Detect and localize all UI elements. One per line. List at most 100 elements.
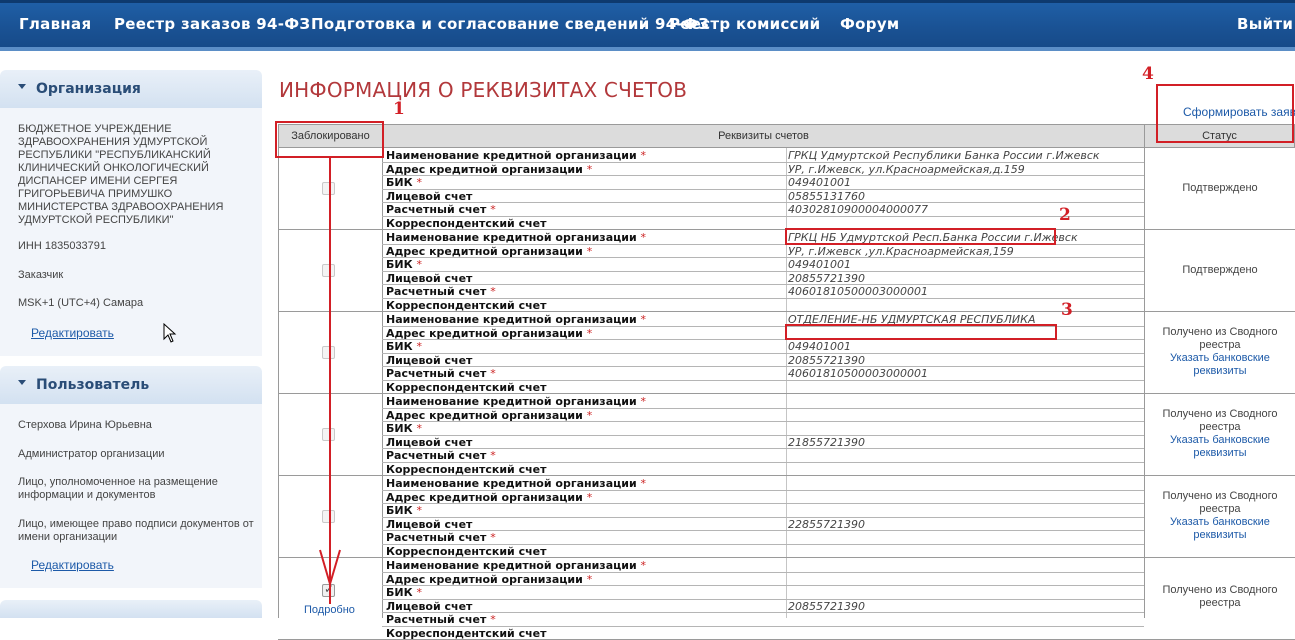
row-divider (382, 503, 1144, 505)
field-label: БИК * (386, 340, 422, 353)
user-name: Стерхова Ирина Юрьевна (18, 419, 152, 431)
field-label-text: Лицевой счет (386, 271, 473, 285)
annotation-box-4 (1156, 84, 1294, 143)
user-role: Администратор организации (18, 448, 165, 460)
chevron-down-icon[interactable]: ⌄ (640, 17, 649, 30)
col-header-details: Реквизиты счетов (382, 124, 1145, 148)
field-label-text: Наименование кредитной организации (386, 477, 637, 490)
field-label: Лицевой счет (386, 190, 472, 203)
field-label: Расчетный счет * (386, 531, 496, 544)
detail-link[interactable]: Подробно (304, 604, 355, 616)
user-role: Лицо, имеющее право подписи документов о… (18, 518, 254, 543)
required-mark: * (490, 367, 496, 381)
required-mark: * (490, 531, 496, 545)
required-mark: * (640, 313, 647, 326)
field-label-text: Лицевой счет (386, 435, 473, 449)
specify-bank-details-link[interactable]: Указать банковские реквизиты (1146, 352, 1294, 378)
field-label: БИК * (386, 504, 422, 517)
org-inn: ИНН 1835033791 (18, 240, 107, 252)
field-value: 20855721390 (788, 353, 865, 367)
field-value: 05855131760 (788, 189, 865, 203)
nav-preparation[interactable]: Подготовка и согласование сведений 94-ФЗ (311, 15, 709, 33)
required-mark: * (586, 162, 593, 176)
nav-commissions[interactable]: Реестр комиссий (669, 15, 820, 33)
org-panel-title: Организация (36, 81, 141, 97)
user-panel-header[interactable]: Пользователь (0, 366, 262, 404)
required-mark: * (586, 490, 593, 504)
field-label-text: Лицевой счет (386, 353, 473, 367)
field-label-text: Расчетный счет (386, 203, 487, 217)
required-mark: * (416, 258, 422, 272)
field-label: БИК * (386, 258, 422, 271)
nav-highlight (0, 47, 1295, 51)
field-label-text: Корреспондентский счет (386, 463, 547, 476)
status-text: Получено из Сводного реестра (1162, 584, 1278, 609)
field-label: Корреспондентский счет (386, 299, 547, 312)
annotation-number: 1 (393, 99, 405, 119)
user-edit-link[interactable]: Редактировать (31, 558, 114, 572)
next-panel-header[interactable] (0, 600, 262, 618)
field-label: Наименование кредитной организации * (386, 395, 646, 408)
row-divider (382, 598, 1144, 600)
row-divider (382, 612, 1144, 614)
field-label-text: Адрес кредитной организации (386, 326, 583, 340)
field-label-text: Лицевой счет (386, 517, 473, 531)
field-label-text: Адрес кредитной организации (386, 572, 583, 586)
field-label-text: Корреспондентский счет (386, 545, 547, 558)
row-divider (382, 257, 1144, 259)
mouse-cursor-icon (163, 323, 177, 343)
required-mark: * (416, 504, 422, 518)
field-label-text: Адрес кредитной организации (386, 162, 583, 176)
field-label: Адрес кредитной организации * (386, 409, 592, 422)
row-divider (382, 516, 1144, 518)
field-label-text: БИК (386, 176, 413, 190)
required-mark: * (490, 449, 496, 463)
collapse-triangle-icon (18, 380, 26, 385)
specify-bank-details-link[interactable]: Указать банковские реквизиты (1146, 516, 1294, 542)
specify-bank-details-link[interactable]: Указать банковские реквизиты (1146, 434, 1294, 460)
field-label: Расчетный счет * (386, 285, 496, 298)
field-label-text: Лицевой счет (386, 599, 473, 613)
annotation-number: 2 (1059, 205, 1071, 225)
row-divider (382, 202, 1144, 204)
field-label-text: БИК (386, 504, 413, 518)
field-value: 40601810500003000001 (788, 285, 928, 299)
field-label: Наименование кредитной организации * (386, 231, 646, 244)
field-label-text: Наименование кредитной организации (386, 395, 637, 408)
field-label: БИК * (386, 422, 422, 435)
field-label: Адрес кредитной организации * (386, 327, 592, 340)
status-cell: Подтверждено (1146, 182, 1294, 195)
field-value: 22855721390 (788, 517, 865, 531)
field-value: 049401001 (788, 176, 851, 190)
field-label-text: Корреспондентский счет (386, 217, 547, 230)
field-label-text: Расчетный счет (386, 449, 487, 463)
status-text: Получено из Сводного реестра (1162, 490, 1278, 515)
org-panel-header[interactable]: Организация (0, 70, 262, 108)
field-label: Расчетный счет * (386, 367, 496, 380)
nav-home[interactable]: Главная (19, 15, 91, 33)
required-mark: * (586, 244, 593, 258)
field-label: Адрес кредитной организации * (386, 491, 592, 504)
org-edit-link[interactable]: Редактировать (31, 326, 114, 340)
status-cell: Получено из Сводного реестра Указать банк… (1146, 326, 1294, 378)
field-label-text: Корреспондентский счет (386, 299, 547, 312)
nav-forum[interactable]: Форум (840, 15, 899, 33)
row-divider (382, 585, 1144, 587)
field-label-text: Наименование кредитной организации (386, 559, 637, 572)
field-label: Лицевой счет (386, 518, 472, 531)
logout-link[interactable]: Выйти (1237, 15, 1293, 33)
row-divider (382, 175, 1144, 177)
field-label: Корреспондентский счет (386, 381, 547, 394)
field-label: Корреспондентский счет (386, 545, 547, 558)
nav-orders-registry[interactable]: Реестр заказов 94-ФЗ (114, 15, 310, 33)
row-divider (382, 188, 1144, 190)
row-divider (382, 366, 1144, 368)
field-label-text: Наименование кредитной организации (386, 313, 637, 326)
required-mark: * (586, 572, 593, 586)
status-text: Получено из Сводного реестра (1162, 408, 1278, 433)
top-nav: Главная Реестр заказов 94-ФЗ Подготовка … (0, 0, 1295, 51)
row-divider (382, 434, 1144, 436)
annotation-box-1 (275, 121, 384, 158)
required-mark: * (640, 149, 647, 162)
field-label-text: Адрес кредитной организации (386, 408, 583, 422)
